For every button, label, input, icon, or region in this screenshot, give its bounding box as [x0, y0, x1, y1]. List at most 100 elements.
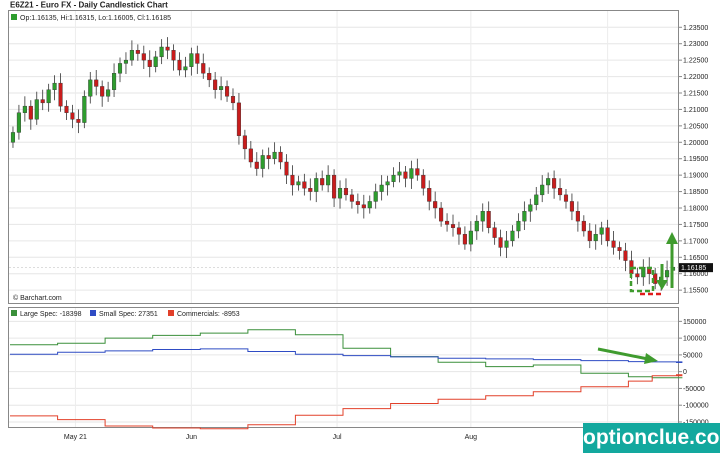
cot-tick-label: -100000 — [683, 403, 709, 410]
annotations — [597, 232, 678, 364]
last-price-marker: 1.16185 — [679, 263, 713, 273]
price-tick-label: 1.22000 — [683, 74, 708, 81]
candle-body — [337, 188, 343, 199]
price-tick-label: 1.21000 — [683, 107, 708, 114]
candle-body — [112, 73, 117, 90]
candle-body — [52, 82, 57, 90]
candle-body — [373, 191, 378, 202]
price-grid — [9, 11, 678, 303]
candle-body — [153, 56, 158, 67]
candle-body — [302, 181, 307, 189]
candle-body — [225, 86, 230, 97]
price-tick-label: 1.23000 — [683, 41, 708, 48]
candle-body — [540, 184, 545, 196]
candle-body — [123, 59, 128, 64]
cot-tick-label: 50000 — [683, 352, 703, 359]
candle-body — [349, 194, 354, 202]
candle-body — [581, 220, 586, 232]
candle-body — [266, 155, 271, 159]
candle-body — [195, 53, 200, 64]
candle-body — [665, 270, 670, 278]
candle-body — [10, 132, 16, 143]
cot-arrow-shaft — [597, 347, 649, 361]
candle-body — [623, 250, 628, 261]
ohlc-readout: Op:1.16135, Hi:1.16315, Lo:1.16005, Cl:1… — [20, 15, 171, 22]
candle-body — [534, 194, 539, 205]
candle-body — [94, 79, 99, 87]
candle-body — [284, 161, 289, 176]
candle-body — [552, 178, 557, 189]
candle-body — [343, 188, 349, 196]
price-tick-label: 1.22500 — [683, 58, 708, 65]
candle-body — [46, 89, 51, 104]
x-tick-label: Aug — [465, 434, 478, 441]
candle-body — [397, 171, 402, 176]
large-spec-line — [10, 329, 683, 379]
legend-commercials: Commercials: -8953 — [177, 311, 240, 318]
candle-body — [100, 86, 105, 97]
candle-body — [462, 234, 467, 245]
legend-swatch-small-spec — [90, 310, 96, 316]
price-tick-label: 1.16000 — [683, 271, 708, 278]
candle-body — [278, 151, 283, 163]
candle-body — [450, 224, 456, 228]
candle-body — [201, 63, 206, 74]
candle-body — [135, 50, 140, 54]
candle-body — [605, 227, 610, 242]
candle-body — [456, 227, 461, 235]
chart-canvas: 1.15500 1.16000 1.16500 1.17000 1.17500 1.180… — [8, 1, 713, 441]
candles — [10, 37, 676, 291]
cot-tick-label: 0 — [683, 369, 687, 376]
small-spec-line — [10, 348, 683, 363]
candle-body — [207, 73, 212, 81]
price-tick-label: 1.18000 — [683, 206, 708, 213]
x-tick-label: Jun — [186, 434, 197, 441]
candle-body — [355, 201, 360, 205]
cot-lines — [10, 329, 683, 430]
arrow-down-icon — [656, 280, 668, 290]
candle-body — [165, 46, 170, 51]
price-tick-label: 1.23500 — [683, 25, 708, 32]
candle-body — [587, 230, 592, 242]
candle-body — [510, 230, 515, 242]
candle-body — [159, 46, 164, 58]
candle-body — [558, 188, 563, 196]
candle-body — [403, 171, 408, 179]
candle-body — [522, 211, 527, 222]
candle-body — [361, 204, 366, 209]
candle-body — [504, 240, 509, 248]
candle-body — [486, 211, 491, 228]
candle-body — [433, 201, 438, 209]
candle-body — [546, 178, 551, 186]
candle-body — [189, 53, 194, 67]
candle-body — [593, 234, 598, 242]
candle-body — [563, 194, 569, 202]
chart-root: 1.15500 1.16000 1.16500 1.17000 1.17500 1.180… — [0, 0, 720, 453]
price-y-axis: 1.15500 1.16000 1.16500 1.17000 1.17500 1.180… — [678, 25, 708, 295]
price-tick-label: 1.21500 — [683, 91, 708, 98]
candle-body — [106, 89, 111, 97]
candle-body — [219, 86, 224, 90]
candle-body — [528, 204, 533, 212]
candle-body — [575, 211, 580, 222]
candle-body — [40, 99, 45, 104]
legend-swatch-commercials — [168, 310, 174, 316]
chart-title: E6Z21 - Euro FX - Daily Candlestick Char… — [10, 1, 168, 10]
candle-body — [480, 211, 485, 222]
candle-body — [76, 119, 81, 123]
candle-body — [82, 96, 87, 123]
cot-tick-label: -50000 — [683, 386, 705, 393]
price-tick-label: 1.17500 — [683, 222, 708, 229]
price-tick-label: 1.19000 — [683, 173, 708, 180]
candle-body — [385, 181, 390, 186]
candle-body — [308, 188, 313, 192]
candle-body — [379, 184, 384, 192]
price-panel-frame — [8, 10, 679, 304]
price-tick-label: 1.20500 — [683, 123, 708, 130]
cot-legend: Large Spec: -18398 Small Spec: 27351 Com… — [11, 310, 240, 318]
candle-body — [427, 188, 432, 202]
candle-body — [34, 99, 39, 120]
candle-body — [230, 96, 236, 104]
candle-body — [326, 174, 331, 186]
x-tick-label: May 21 — [64, 434, 87, 441]
